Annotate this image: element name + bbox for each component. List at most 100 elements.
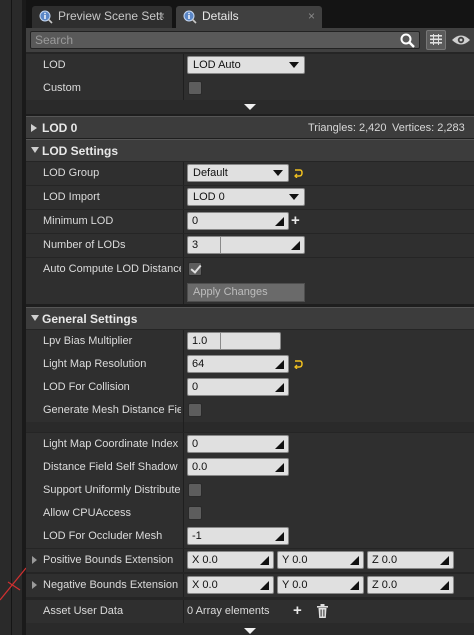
support-uniform-checkbox[interactable]	[188, 483, 202, 497]
advanced-toggle-row[interactable]	[26, 100, 474, 114]
positive-bounds-z-field[interactable]: Z 0.0	[367, 551, 454, 569]
column-splitter[interactable]	[183, 186, 184, 209]
df-self-shadow-field[interactable]: 0.0	[187, 458, 289, 476]
asset-user-data-count: 0 Array elements	[187, 605, 270, 617]
category-lod0[interactable]: LOD 0 Triangles: 2,420 Vertices: 2,283	[26, 116, 474, 138]
number-of-lods-field[interactable]: 3	[187, 236, 305, 254]
number-of-lods-row: Number of LODs 3	[26, 234, 474, 257]
lod-group-value: Default	[193, 167, 228, 179]
slider-grip[interactable]	[220, 333, 221, 349]
column-splitter[interactable]	[183, 574, 184, 597]
lod-group-dropdown[interactable]: Default	[187, 164, 289, 182]
category-general-settings[interactable]: General Settings	[26, 307, 474, 329]
search-input[interactable]: Search	[30, 31, 420, 49]
triangles-count: Triangles: 2,420	[308, 122, 387, 134]
lod-for-collision-value: 0	[192, 381, 199, 393]
drag-handle-icon	[275, 532, 284, 541]
lod-for-collision-field[interactable]: 0	[187, 378, 289, 396]
lightmap-resolution-field[interactable]: 64	[187, 355, 289, 373]
expand-arrow-icon[interactable]	[31, 124, 37, 132]
negative-bounds-y-field[interactable]: Y 0.0	[277, 576, 364, 594]
positive-bounds-label: Positive Bounds Extension	[43, 554, 174, 566]
negative-bounds-label: Negative Bounds Extension	[43, 579, 179, 591]
eye-icon[interactable]	[451, 33, 471, 47]
column-splitter[interactable]	[183, 210, 184, 233]
column-splitter[interactable]	[183, 549, 184, 572]
column-splitter[interactable]	[183, 77, 184, 100]
apply-changes-button[interactable]: Apply Changes	[187, 283, 305, 302]
minimum-lod-field[interactable]: 0	[187, 212, 289, 230]
slider-grip[interactable]	[220, 237, 221, 253]
column-splitter[interactable]	[183, 456, 184, 479]
reset-to-default-icon[interactable]	[293, 359, 303, 369]
advanced-toggle-row-bottom[interactable]	[26, 623, 474, 635]
trash-icon[interactable]	[317, 604, 328, 618]
auto-compute-checkbox[interactable]	[188, 262, 202, 276]
vector-z-value: Z 0.0	[372, 554, 398, 566]
property-matrix-button[interactable]	[426, 30, 446, 50]
column-splitter[interactable]	[183, 479, 184, 502]
add-platform-override-button[interactable]: +	[291, 213, 300, 228]
general-settings-title: General Settings	[42, 312, 138, 326]
column-splitter[interactable]	[183, 525, 184, 548]
positive-bounds-y-field[interactable]: Y 0.0	[277, 551, 364, 569]
drag-handle-icon	[260, 581, 269, 590]
column-splitter[interactable]	[183, 162, 184, 185]
column-splitter[interactable]	[183, 234, 184, 257]
expand-advanced-icon[interactable]	[244, 628, 256, 634]
column-splitter[interactable]	[183, 422, 184, 432]
drag-handle-icon	[291, 241, 300, 250]
negative-bounds-x-field[interactable]: X 0.0	[187, 576, 274, 594]
column-splitter[interactable]	[183, 258, 184, 281]
collapse-arrow-icon[interactable]	[31, 147, 39, 153]
vector-y-value: Y 0.0	[282, 579, 308, 591]
negative-bounds-z-field[interactable]: Z 0.0	[367, 576, 454, 594]
column-splitter[interactable]	[183, 376, 184, 399]
lod-row: LOD LOD Auto	[26, 54, 474, 77]
category-lod-settings[interactable]: LOD Settings	[26, 139, 474, 161]
tab-close-icon[interactable]: ×	[158, 6, 165, 27]
lod-occluder-field[interactable]: -1	[187, 527, 289, 545]
lod-import-dropdown[interactable]: LOD 0	[187, 188, 305, 206]
expand-advanced-icon[interactable]	[244, 104, 256, 110]
asset-user-data-row: Asset User Data 0 Array elements +	[26, 600, 474, 623]
lod-for-collision-row: LOD For Collision 0	[26, 376, 474, 399]
search-icon[interactable]	[400, 33, 415, 48]
negative-bounds-row: Negative Bounds Extension X 0.0 Y 0.0 Z …	[26, 574, 474, 597]
add-element-button[interactable]: +	[293, 603, 302, 618]
custom-checkbox[interactable]	[188, 81, 202, 95]
number-of-lods-value: 3	[192, 239, 199, 251]
minimum-lod-row: Minimum LOD 0 +	[26, 210, 474, 233]
tab-close-icon[interactable]: ×	[308, 6, 315, 27]
lightmap-resolution-row: Light Map Resolution 64	[26, 353, 474, 376]
lightmap-coordinate-field[interactable]: 0	[187, 435, 289, 453]
auto-compute-label: Auto Compute LOD Distance	[43, 263, 181, 275]
lightmap-resolution-label: Light Map Resolution	[43, 358, 147, 370]
column-splitter[interactable]	[183, 399, 184, 422]
tab-details[interactable]: Details ×	[176, 6, 322, 30]
tab-preview-scene-settings[interactable]: Preview Scene Sett ×	[32, 6, 172, 30]
expand-arrow-icon[interactable]	[32, 556, 37, 564]
allow-cpu-access-checkbox[interactable]	[188, 506, 202, 520]
drag-handle-icon	[275, 383, 284, 392]
column-splitter[interactable]	[183, 353, 184, 376]
apply-changes-row: Apply Changes	[26, 281, 474, 304]
generate-mesh-df-checkbox[interactable]	[188, 403, 202, 417]
reset-to-default-icon[interactable]	[293, 168, 303, 178]
column-splitter[interactable]	[183, 330, 184, 353]
column-splitter[interactable]	[183, 502, 184, 525]
allow-cpu-access-row: Allow CPUAccess	[26, 502, 474, 525]
search-row: Search	[26, 28, 474, 52]
info-search-icon	[39, 10, 53, 24]
column-splitter[interactable]	[183, 433, 184, 456]
support-uniform-row: Support Uniformly Distribute	[26, 479, 474, 502]
collapse-arrow-icon[interactable]	[31, 315, 39, 321]
column-splitter[interactable]	[183, 54, 184, 77]
expand-arrow-icon[interactable]	[32, 581, 37, 589]
lod-dropdown[interactable]: LOD Auto	[187, 56, 305, 74]
column-splitter[interactable]	[183, 281, 184, 304]
lpv-bias-field[interactable]: 1.0	[187, 332, 281, 350]
positive-bounds-x-field[interactable]: X 0.0	[187, 551, 274, 569]
column-splitter[interactable]	[183, 600, 184, 623]
support-uniform-label: Support Uniformly Distribute	[43, 484, 181, 496]
